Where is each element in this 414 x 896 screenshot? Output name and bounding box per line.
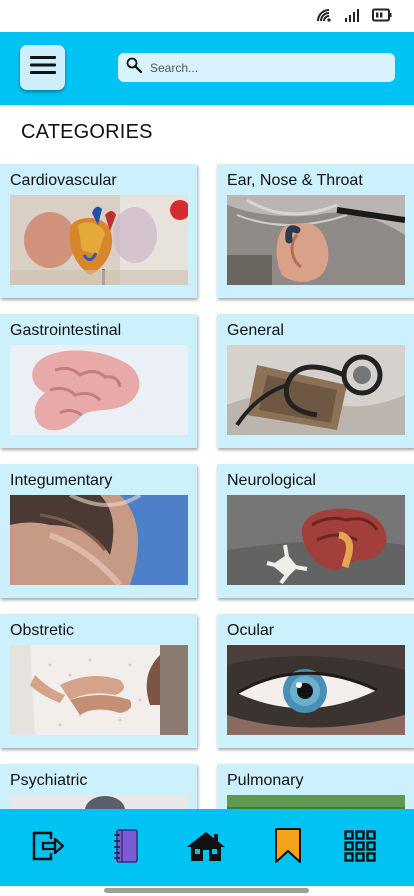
category-card-pulmonary[interactable]: Pulmonary (217, 764, 414, 809)
bottom-navigation (0, 809, 414, 886)
category-card-obstretic[interactable]: Obstretic (0, 614, 197, 748)
brain-model-image (227, 495, 405, 585)
hamburger-menu-icon (29, 55, 56, 80)
search-input[interactable] (148, 59, 382, 76)
category-grid: Cardiovascular Ear, Nose & Throat Gastro… (0, 164, 414, 809)
battery-icon (372, 8, 392, 22)
category-label: Psychiatric (10, 772, 88, 789)
category-label: Neurological (227, 472, 316, 489)
status-bar (0, 0, 414, 32)
pink-intestine-model-image (10, 345, 188, 435)
hands-on-belly-image (10, 645, 188, 735)
signal-icon (344, 8, 360, 22)
anatomical-heart-model-image (10, 195, 188, 285)
category-label: Integumentary (10, 472, 113, 489)
home-button[interactable] (186, 830, 226, 866)
category-label: Pulmonary (227, 772, 304, 789)
category-card-general[interactable]: General (217, 314, 414, 448)
category-label: Cardiovascular (10, 172, 117, 189)
skin-back-hair-image (10, 495, 188, 585)
category-label: General (227, 322, 284, 339)
notebook-icon (113, 828, 139, 868)
category-card-psychiatric[interactable]: Psychiatric (0, 764, 197, 809)
blue-eye-image (227, 645, 405, 735)
category-label: Ear, Nose & Throat (227, 172, 363, 189)
notebook-button[interactable] (106, 828, 146, 868)
grid-apps-icon (344, 829, 376, 867)
page-title: CATEGORIES (21, 121, 153, 143)
category-label: Ocular (227, 622, 275, 639)
category-card-ocular[interactable]: Ocular (217, 614, 414, 748)
stethoscope-image (227, 345, 405, 435)
bookmark-icon (274, 827, 302, 869)
category-label: Gastrointestinal (10, 322, 122, 339)
category-card-gastrointestinal[interactable]: Gastrointestinal (0, 314, 197, 448)
category-label: Obstretic (10, 622, 75, 639)
category-card-integumentary[interactable]: Integumentary (0, 464, 197, 598)
category-card-cardiovascular[interactable]: Cardiovascular (0, 164, 197, 298)
green-image (227, 795, 405, 809)
wifi-icon (316, 8, 332, 22)
person-image (10, 795, 188, 809)
home-indicator[interactable] (104, 888, 309, 893)
header-bar (0, 32, 414, 105)
apps-grid-button[interactable] (340, 829, 380, 867)
category-card-ear-nose-throat[interactable]: Ear, Nose & Throat (217, 164, 414, 298)
ear-hearing-aid-image (227, 195, 405, 285)
logout-icon (31, 830, 65, 867)
category-card-neurological[interactable]: Neurological (217, 464, 414, 598)
search-icon (118, 57, 143, 78)
menu-button[interactable] (20, 45, 65, 90)
home-icon (186, 830, 226, 867)
search-bar[interactable] (118, 53, 395, 82)
bookmark-button[interactable] (268, 827, 308, 869)
logout-button[interactable] (28, 830, 68, 866)
